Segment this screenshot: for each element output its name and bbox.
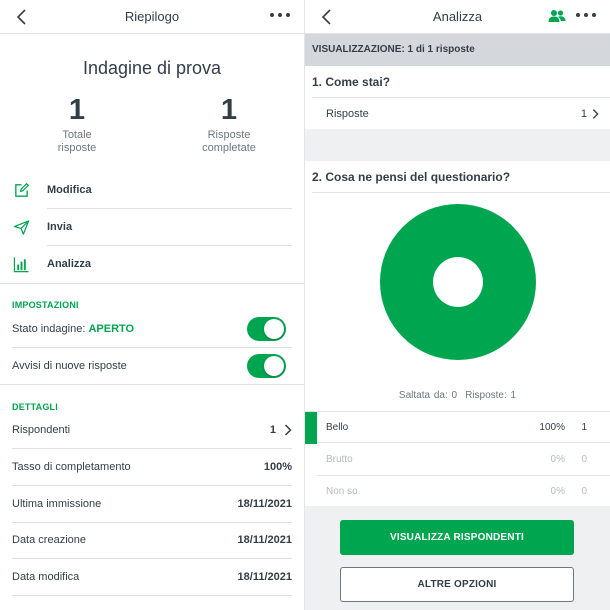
- question-1-responses-label: Risposte: [326, 108, 369, 120]
- respondents-icon[interactable]: [548, 9, 566, 23]
- summary-header: Riepilogo: [0, 0, 304, 34]
- answer-share-bar: [305, 412, 317, 444]
- last-entry-row: Ultima immissione 18/11/2021: [0, 486, 304, 523]
- creation-date-label: Data creazione: [12, 534, 86, 546]
- total-responses-label-line1: Totale: [62, 129, 92, 141]
- view-status-label: VISUALIZZAZIONE: 1 di 1 risposte: [312, 44, 475, 55]
- send-icon: [13, 220, 30, 235]
- more-options-icon[interactable]: [576, 13, 596, 19]
- answer-percent: 100%: [539, 422, 565, 433]
- chevron-right-icon: [592, 109, 599, 119]
- answer-label: Brutto: [326, 454, 353, 465]
- answer-count: 0: [581, 454, 587, 465]
- send-action-label: Invia: [47, 221, 73, 233]
- view-status-bar: VISUALIZZAZIONE: 1 di 1 risposte: [305, 34, 610, 66]
- answer-count: 1: [581, 422, 587, 433]
- question-1-responses-value: 1: [580, 108, 587, 120]
- view-respondents-button[interactable]: VISUALIZZA RISPONDENTI: [340, 520, 574, 555]
- answer-row-brutto[interactable]: Brutto 0% 0: [305, 444, 610, 476]
- details-heading: DETTAGLI: [12, 402, 58, 412]
- chevron-right-icon: [284, 424, 292, 436]
- creation-date-value: 18/11/2021: [237, 534, 292, 546]
- completion-rate-row: Tasso di completamento 100%: [0, 449, 304, 486]
- respondents-row[interactable]: Rispondenti 1: [0, 412, 304, 449]
- survey-status-label: Stato indagine: APERTO: [12, 323, 134, 335]
- answer-label: Bello: [326, 422, 349, 433]
- question-2-title: 2. Cosa ne pensi del questionario?: [312, 170, 511, 184]
- summary-panel: Riepilogo Indagine di prova 1 Totale ris…: [0, 0, 305, 610]
- survey-status-text: Stato indagine:: [12, 323, 89, 335]
- completed-responses-value: 1: [220, 94, 238, 126]
- modified-date-row: Data modifica 18/11/2021: [0, 559, 304, 596]
- answer-percent: 0%: [550, 486, 565, 497]
- completed-responses-label-line1: Risposte: [207, 129, 251, 141]
- completion-rate-label: Tasso di completamento: [12, 461, 131, 473]
- respondents-label: Rispondenti: [12, 424, 71, 436]
- analyze-panel: Analizza VISUALIZZAZIONE: 1 di 1 rispost…: [305, 0, 610, 610]
- total-responses-value: 1: [68, 94, 86, 126]
- settings-heading: IMPOSTAZIONI: [12, 300, 79, 310]
- completed-responses-stat: 1 Risposte completate: [164, 93, 294, 155]
- analyze-header: Analizza: [305, 0, 610, 34]
- edit-icon: [15, 182, 30, 197]
- new-response-alerts-label: Avvisi di nuove risposte: [12, 360, 127, 372]
- survey-status-toggle[interactable]: [247, 317, 286, 341]
- page-title: Riepilogo: [124, 9, 180, 24]
- survey-status-value: APERTO: [88, 323, 135, 335]
- creation-date-row: Data creazione 18/11/2021: [0, 522, 304, 559]
- answer-row-non-so[interactable]: Non so 0% 0: [305, 476, 610, 508]
- answer-label: Non so: [326, 486, 358, 497]
- survey-title: Indagine di prova: [82, 58, 222, 78]
- question-1-card: 1. Come stai? Risposte 1: [305, 66, 610, 129]
- answer-count: 0: [581, 486, 587, 497]
- analyze-action[interactable]: Analizza: [0, 246, 304, 283]
- question-1-responses-row[interactable]: Risposte 1: [305, 98, 610, 129]
- skipped-count: Saltata da: 0: [398, 390, 458, 401]
- edit-action[interactable]: Modifica: [0, 172, 304, 209]
- new-response-alerts-toggle[interactable]: [247, 354, 286, 378]
- answer-row-bello[interactable]: Bello 100% 1: [305, 411, 610, 444]
- answer-donut-chart: [380, 204, 536, 360]
- total-responses-label-line2: risposte: [57, 142, 97, 154]
- answer-percent: 0%: [550, 454, 565, 465]
- total-responses-stat: 1 Totale risposte: [12, 93, 142, 155]
- completion-rate-value: 100%: [263, 461, 292, 473]
- donut-slice-0: [380, 204, 536, 360]
- bar-chart-icon: [13, 257, 29, 273]
- edit-action-label: Modifica: [47, 184, 92, 196]
- more-options-button[interactable]: ALTRE OPZIONI: [340, 567, 574, 602]
- last-entry-label: Ultima immissione: [12, 498, 102, 510]
- modified-date-value: 18/11/2021: [237, 571, 292, 583]
- answered-count: Risposte: 1: [465, 390, 517, 401]
- modified-date-label: Data modifica: [12, 571, 80, 583]
- analyze-action-label: Analizza: [47, 258, 92, 270]
- respondents-value: 1: [269, 424, 276, 436]
- last-entry-value: 18/11/2021: [237, 498, 292, 510]
- new-response-alerts-row: Avvisi di nuove risposte: [0, 348, 304, 385]
- completed-responses-label-line2: completate: [202, 142, 256, 154]
- send-action[interactable]: Invia: [0, 209, 304, 246]
- question-1-title: 1. Come stai?: [312, 75, 391, 89]
- survey-status-row: Stato indagine: APERTO: [0, 311, 304, 348]
- question-2-summary: Saltata da: 0 Risposte: 1: [305, 390, 610, 401]
- more-options-icon[interactable]: [270, 13, 290, 19]
